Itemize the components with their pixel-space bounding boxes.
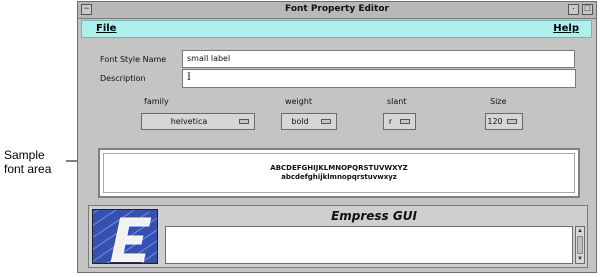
size-option-menu[interactable]: 120 (485, 113, 523, 130)
description-input[interactable]: I (182, 69, 576, 88)
font-style-name-input[interactable]: small label (182, 50, 575, 68)
family-option-menu[interactable]: helvetica (141, 113, 255, 130)
empress-logo-icon (93, 210, 157, 263)
window-title: Font Property Editor (285, 4, 389, 14)
font-property-editor-window: − Font Property Editor · □ File Help Fon… (77, 1, 597, 273)
slant-label: slant (387, 97, 407, 106)
sample-uppercase-text: ABCDEFGHIJKLMNOPQRSTUVWXYZ (270, 164, 408, 172)
triangle-up-icon[interactable]: ▲ (576, 227, 584, 235)
weight-label: weight (285, 97, 312, 106)
minus-icon: · (572, 3, 575, 13)
empress-logo (92, 209, 158, 264)
size-value: 120 (487, 117, 503, 126)
option-menu-indicator-icon (239, 119, 249, 124)
scrollbar-thumb[interactable] (577, 236, 583, 254)
message-area[interactable] (165, 226, 573, 264)
option-menu-indicator-icon (507, 119, 517, 124)
option-menu-indicator-icon (321, 119, 331, 124)
sample-font-area-annotation: Sample font area (4, 148, 52, 176)
family-label: family (144, 97, 169, 106)
title-bar[interactable]: − Font Property Editor · □ (78, 2, 596, 19)
minimize-button[interactable]: · (568, 3, 579, 15)
sample-font-frame: ABCDEFGHIJKLMNOPQRSTUVWXYZ abcdefghijklm… (103, 153, 575, 193)
text-cursor-icon: I (187, 72, 191, 83)
font-style-name-label: Font Style Name (100, 55, 167, 64)
square-icon: □ (584, 3, 591, 13)
option-menu-indicator-icon (400, 119, 410, 124)
maximize-button[interactable]: □ (582, 3, 593, 15)
font-style-name-value: small label (187, 54, 231, 63)
sample-font-area: ABCDEFGHIJKLMNOPQRSTUVWXYZ abcdefghijklm… (98, 148, 580, 198)
brand-title: Empress GUI (331, 209, 417, 223)
empress-footer-panel: Empress GUI ▲ ▼ (88, 205, 588, 268)
menu-help[interactable]: Help (553, 23, 579, 34)
description-label: Description (100, 74, 146, 83)
slant-value: r (388, 117, 393, 126)
message-scrollbar[interactable]: ▲ ▼ (575, 226, 585, 264)
weight-value: bold (291, 117, 309, 126)
menu-file[interactable]: File (96, 23, 116, 34)
weight-option-menu[interactable]: bold (281, 113, 337, 130)
menu-bar: File Help (81, 20, 592, 38)
slant-option-menu[interactable]: r (383, 113, 416, 130)
size-label: Size (490, 97, 507, 106)
sample-lowercase-text: abcdefghijklmnopqrstuvwxyz (281, 173, 397, 181)
family-value: helvetica (170, 117, 208, 126)
triangle-down-icon[interactable]: ▼ (576, 255, 584, 263)
